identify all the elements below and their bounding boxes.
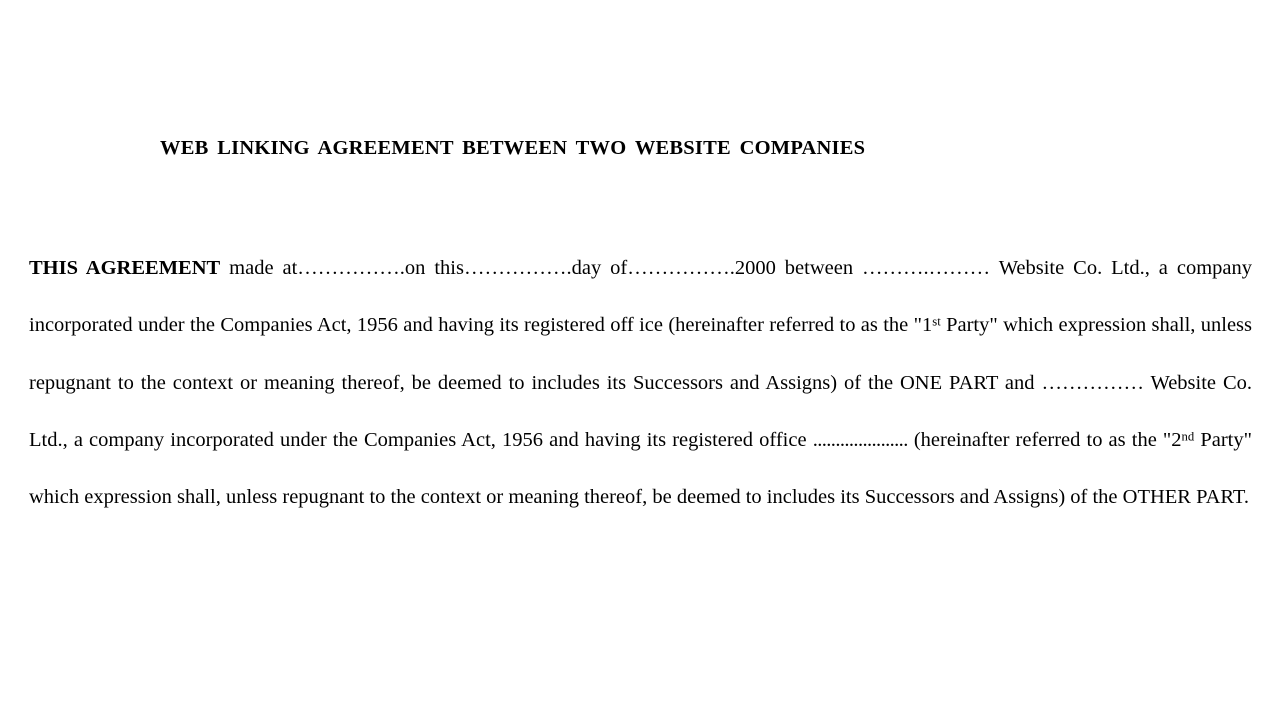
document-page: WEB LINKING AGREEMENT BETWEEN TWO WEBSIT… xyxy=(0,0,1280,720)
segment-day-of: day of xyxy=(571,257,628,279)
quote-open-one: "1 xyxy=(913,314,933,337)
party-label-one: Party" xyxy=(940,314,998,337)
blank-date: ……………. xyxy=(463,257,572,279)
document-title: WEB LINKING AGREEMENT BETWEEN TWO WEBSIT… xyxy=(160,136,866,159)
party-label-two: Party" xyxy=(1194,428,1252,451)
second-party-quoted-label: "2nd Party" xyxy=(1163,429,1252,451)
quote-open-two: "2 xyxy=(1162,428,1182,451)
segment-closing: which expression shall, unless repugnant… xyxy=(29,486,1250,509)
blank-party-one: ……….……… xyxy=(862,257,991,279)
segment-hereinafter-second: (hereinafter referred to as the xyxy=(907,428,1163,451)
first-party-quoted-label: "1st Party" xyxy=(914,314,998,336)
agreement-paragraph: THIS AGREEMENT made at…………….on this……………… xyxy=(29,240,1252,526)
agreement-year: 2000 xyxy=(734,257,776,279)
blank-party-two: …………… xyxy=(1041,371,1144,394)
blank-place: ……………. xyxy=(297,257,405,279)
blank-registered-office: ..................... xyxy=(812,428,909,451)
ordinal-suffix-second: nd xyxy=(1181,429,1195,444)
blank-month: ……………. xyxy=(627,257,735,279)
segment-made-at: made at xyxy=(220,257,298,279)
segment-on-this: on this xyxy=(404,257,464,279)
agreement-lead-bold: THIS AGREEMENT xyxy=(29,257,221,279)
document-body: THIS AGREEMENT made at…………….on this……………… xyxy=(29,240,1252,526)
ordinal-suffix-first: st xyxy=(932,314,941,329)
segment-between: between xyxy=(775,257,863,279)
